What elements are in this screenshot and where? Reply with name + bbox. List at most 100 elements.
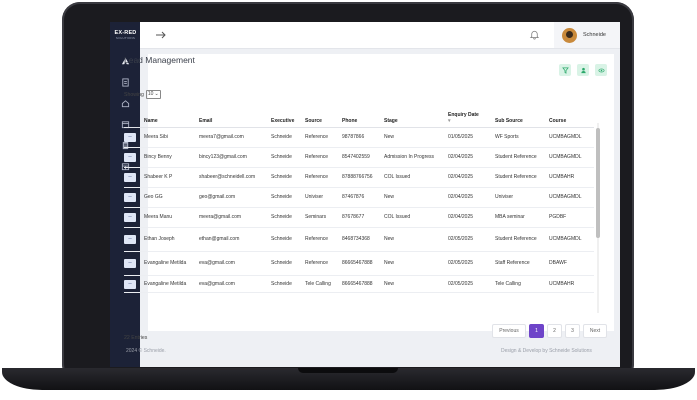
chevron-down-icon: ⌄ bbox=[154, 91, 159, 97]
row-action-cell: – bbox=[124, 167, 144, 188]
cell-sub-source: Student Reference bbox=[495, 147, 549, 168]
user-menu[interactable]: Schneide bbox=[554, 22, 620, 48]
cell-name: Meera Sibi bbox=[144, 127, 199, 148]
row-edit-button[interactable]: – bbox=[124, 193, 136, 202]
cell-source: Seminars bbox=[305, 207, 342, 228]
table-row[interactable]: – Bincy Benny bincy123@gmail.com Schneide Re… bbox=[124, 147, 594, 168]
table-row[interactable]: – Geo GG geo@gmail.com Schneide Univiser 8746… bbox=[124, 187, 594, 208]
filter-button[interactable] bbox=[559, 64, 571, 76]
table-scrollbar[interactable] bbox=[596, 123, 600, 313]
cell-phone: 86665467888 bbox=[342, 251, 384, 276]
cell-course: UCMBAGMDL bbox=[549, 127, 594, 148]
entries-count: 22 Entries bbox=[124, 335, 148, 341]
cell-date: 02/04/2025 bbox=[448, 187, 495, 208]
leads-table: Name Email Executive Source Phone Stage … bbox=[124, 104, 594, 293]
view-button[interactable] bbox=[595, 64, 607, 76]
cell-sub-source: Tele Calling bbox=[495, 275, 549, 293]
user-name: Schneide bbox=[583, 32, 606, 38]
table-row[interactable]: – Ethan Joseph ethan@gmail.com Schneide Refe… bbox=[124, 227, 594, 252]
cell-date: 02/05/2025 bbox=[448, 275, 495, 293]
cell-date: 01/05/2025 bbox=[448, 127, 495, 148]
scroll-thumb[interactable] bbox=[596, 128, 600, 238]
row-edit-button[interactable]: – bbox=[124, 213, 136, 222]
column-header[interactable]: Name bbox=[144, 104, 199, 128]
row-edit-button[interactable]: – bbox=[124, 259, 136, 268]
cell-executive: Schneide bbox=[271, 207, 305, 228]
cell-email: meera7@gmail.com bbox=[199, 127, 271, 148]
cell-executive: Schneide bbox=[271, 227, 305, 252]
sidebar-item-leads[interactable] bbox=[118, 75, 132, 89]
add-lead-button[interactable] bbox=[577, 64, 589, 76]
previous-page-button[interactable]: Previous bbox=[492, 324, 526, 338]
table-row[interactable]: – Evangaline Metilda eva@gmail.com Schneide… bbox=[124, 275, 594, 293]
cell-course: UCMBAGMDL bbox=[549, 227, 594, 252]
cell-course: UCMBAHR bbox=[549, 167, 594, 188]
footer-copyright: 2024 © Schneide. bbox=[126, 348, 166, 354]
column-header[interactable]: Sub Source bbox=[495, 104, 549, 128]
row-edit-button[interactable]: – bbox=[124, 279, 136, 289]
table-row[interactable]: – Meera Sibi meera7@gmail.com Schneide Refer… bbox=[124, 127, 594, 148]
avatar bbox=[562, 27, 577, 43]
cell-name: Ethan Joseph bbox=[144, 227, 199, 252]
page-size-select[interactable]: 10 ⌄ bbox=[145, 90, 161, 99]
column-header[interactable]: Course bbox=[549, 104, 594, 128]
brand-logo[interactable]: EX-RED SOLUTIONS bbox=[113, 30, 138, 40]
cell-email: shabeer@schneidell.com bbox=[199, 167, 271, 188]
row-action-cell: – bbox=[124, 147, 144, 168]
footer-credit: Design & Develop by Schneide Solutions bbox=[501, 348, 592, 354]
row-action-cell: – bbox=[124, 127, 144, 148]
column-header[interactable]: Phone bbox=[342, 104, 384, 128]
row-edit-button[interactable]: – bbox=[124, 235, 136, 244]
arrow-right-icon[interactable] bbox=[154, 28, 168, 42]
cell-sub-source: Univiser bbox=[495, 187, 549, 208]
next-page-button[interactable]: Next bbox=[583, 324, 607, 338]
filter-icon bbox=[561, 67, 569, 74]
cell-date: 02/05/2025 bbox=[448, 227, 495, 252]
cell-executive: Schneide bbox=[271, 167, 305, 188]
cell-phone: 87467876 bbox=[342, 187, 384, 208]
cell-email: meera@gmail.com bbox=[199, 207, 271, 228]
cell-email: ethan@gmail.com bbox=[199, 227, 271, 252]
cell-phone: 98787866 bbox=[342, 127, 384, 148]
row-action-cell: – bbox=[124, 251, 144, 276]
page-2-button[interactable]: 2 bbox=[547, 324, 562, 338]
cell-course: UCMBAGMDL bbox=[549, 187, 594, 208]
column-header[interactable]: Stage bbox=[384, 104, 448, 128]
page-1-button[interactable]: 1 bbox=[529, 324, 544, 338]
column-header-enquiry-date[interactable]: Enquiry Date ▾ bbox=[448, 104, 495, 128]
topbar: Schneide bbox=[140, 22, 620, 49]
page-3-button[interactable]: 3 bbox=[565, 324, 580, 338]
list-icon bbox=[121, 77, 129, 87]
cell-phone: 8468734368 bbox=[342, 227, 384, 252]
column-header[interactable]: Source bbox=[305, 104, 342, 128]
cell-executive: Schneide bbox=[271, 187, 305, 208]
cell-name: Shabeer K P bbox=[144, 167, 199, 188]
table-row[interactable]: – Shabeer K Pshabeer@schneidell.com Schnei… bbox=[124, 167, 594, 188]
cell-email: eva@gmail.com bbox=[199, 251, 271, 276]
cell-source: Reference bbox=[305, 127, 342, 148]
table-row[interactable]: – Meera Manu meera@gmail.com Schneide Semina… bbox=[124, 207, 594, 228]
cell-phone: 87888766756 bbox=[342, 167, 384, 188]
row-action-cell: – bbox=[124, 207, 144, 228]
column-header[interactable]: Executive bbox=[271, 104, 305, 128]
cell-date: 02/04/2025 bbox=[448, 167, 495, 188]
row-action-cell: – bbox=[124, 187, 144, 208]
cell-name: Geo GG bbox=[144, 187, 199, 208]
table-row[interactable]: – Evangaline Metilda eva@gmail.com Schneide… bbox=[124, 251, 594, 276]
row-action-cell: – bbox=[124, 275, 144, 293]
cell-date: 02/04/2025 bbox=[448, 147, 495, 168]
row-edit-button[interactable]: – bbox=[124, 133, 136, 142]
cell-sub-source: WF Sports bbox=[495, 127, 549, 148]
cell-email: bincy123@gmail.com bbox=[199, 147, 271, 168]
page-title: Lead Management bbox=[124, 55, 195, 65]
add-user-icon bbox=[580, 67, 586, 73]
cell-executive: Schneide bbox=[271, 275, 305, 293]
cell-stage: New bbox=[384, 275, 448, 293]
cell-source: Univiser bbox=[305, 187, 342, 208]
row-edit-button[interactable]: – bbox=[124, 153, 136, 162]
row-edit-button[interactable]: – bbox=[124, 173, 136, 182]
cell-sub-source: MBA seminar bbox=[495, 207, 549, 228]
cell-phone: 87678677 bbox=[342, 207, 384, 228]
bell-icon[interactable] bbox=[529, 29, 540, 40]
column-header[interactable]: Email bbox=[199, 104, 271, 128]
